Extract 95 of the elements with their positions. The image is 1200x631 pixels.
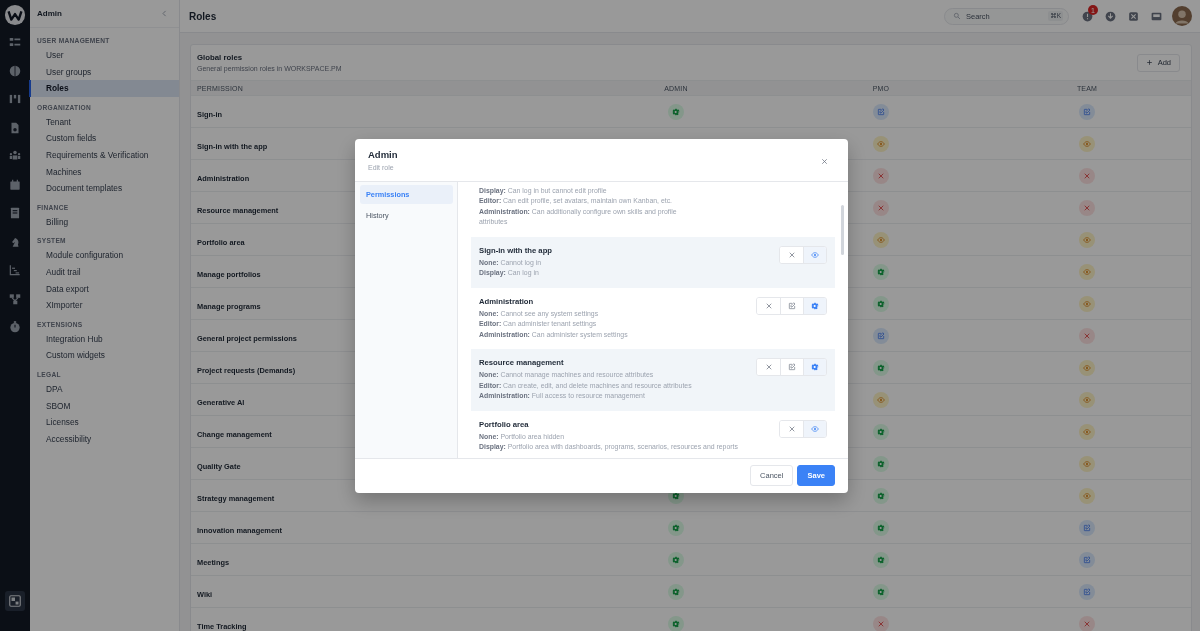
sidebar-item[interactable]: Module configuration (29, 247, 179, 264)
sidebar-item[interactable]: Integration Hub (29, 330, 179, 348)
level-gear-icon (877, 459, 885, 468)
level-gear-icon (672, 619, 680, 628)
level-gear-icon (877, 363, 885, 372)
gear-icon (811, 363, 819, 371)
close-icon (787, 250, 796, 259)
level-eye-icon (1083, 299, 1091, 308)
sidebar-item[interactable]: User groups (29, 63, 179, 81)
close-icon (764, 363, 773, 371)
download-button[interactable] (1103, 9, 1117, 23)
level-eye-icon (1083, 459, 1091, 468)
book-icon (8, 206, 22, 220)
level-eye-icon (1083, 235, 1091, 244)
level-gear-icon (877, 427, 885, 436)
sidebar-item[interactable]: Billing (29, 213, 179, 231)
level-gear-icon (672, 587, 680, 596)
level-gear-icon (877, 523, 885, 532)
logo-icon[interactable] (4, 4, 26, 26)
close-icon (787, 424, 796, 433)
level-close-icon (1083, 619, 1091, 628)
layout-icon (8, 594, 22, 608)
level-gear-icon (877, 555, 885, 564)
sidebar-item[interactable]: Requirements & Verification (29, 146, 179, 164)
level-edit-icon (1083, 555, 1091, 564)
alert-icon (1080, 9, 1094, 23)
level-gear-icon (672, 107, 680, 116)
kanban-icon (8, 92, 22, 106)
sidebar-item[interactable]: XImporter (29, 297, 179, 314)
level-option-button[interactable] (803, 297, 826, 314)
sidebar-item[interactable]: Document templates (29, 180, 179, 197)
level-gear-icon (877, 587, 885, 596)
level-edit-icon (1083, 523, 1091, 532)
level-gear-icon (672, 523, 680, 532)
close-icon[interactable] (820, 156, 829, 166)
level-close-icon (1083, 331, 1091, 340)
level-edit-icon (1083, 107, 1091, 116)
level-edit-icon (877, 107, 885, 116)
sidebar-item[interactable]: Audit trail (29, 263, 179, 281)
level-eye-icon (1083, 363, 1091, 372)
sidebar-item[interactable]: Licenses (29, 414, 179, 431)
sidebar-item[interactable]: Accessibility (29, 430, 179, 448)
level-close-icon (1083, 171, 1091, 180)
gear-icon (811, 301, 819, 310)
page-title: Roles (189, 10, 217, 22)
eye-icon (811, 250, 819, 259)
sidebar-item[interactable]: DPA (29, 380, 179, 398)
level-eye-icon (1083, 427, 1091, 436)
sidebar-item[interactable]: Tenant (29, 113, 179, 131)
download-icon (1103, 9, 1117, 23)
level-eye-icon (1083, 267, 1091, 276)
sidebar-item[interactable]: Custom fields (29, 130, 179, 147)
level-close-icon (877, 619, 885, 628)
sidebar-item[interactable]: User (29, 47, 179, 64)
chart-icon (8, 263, 22, 277)
level-eye-icon (877, 395, 885, 404)
stopwatch-icon (8, 320, 22, 334)
level-gear-icon (877, 491, 885, 500)
level-option-button[interactable] (803, 359, 826, 375)
sidebar-item[interactable]: Custom widgets (29, 347, 179, 364)
close-icon (764, 301, 773, 310)
level-gear-icon (672, 555, 680, 564)
globe-icon (8, 63, 22, 78)
sidebar-item[interactable]: Roles (29, 80, 179, 97)
level-eye-icon (1083, 395, 1091, 404)
level-eye-icon (877, 139, 885, 148)
scrollbar-thumb[interactable] (841, 204, 844, 255)
dialog-title: Admin (368, 148, 398, 160)
hierarchy-icon (8, 291, 22, 306)
calendar-icon (8, 177, 22, 192)
eye-icon (811, 424, 819, 433)
avatar[interactable] (1172, 6, 1192, 26)
search-icon (953, 12, 961, 20)
level-eye-icon (877, 235, 885, 244)
edit-icon (788, 301, 796, 310)
level-edit-icon (1083, 587, 1091, 596)
level-close-icon (877, 171, 885, 180)
level-edit-icon (877, 331, 885, 340)
sidebar-item[interactable]: Data export (29, 280, 179, 298)
sidebar-item[interactable]: SBOM (29, 397, 179, 415)
level-close-icon (1083, 203, 1091, 212)
level-gear-icon (877, 299, 885, 308)
list-icon (8, 35, 22, 49)
level-segmented-control[interactable] (756, 296, 827, 315)
plus-icon (1145, 59, 1153, 66)
layout-button[interactable] (5, 591, 25, 611)
level-eye-icon (1083, 491, 1091, 500)
level-gear-icon (877, 267, 885, 276)
sidebar-title: Admin (37, 9, 62, 18)
edit-icon (788, 363, 796, 371)
level-eye-icon (1083, 139, 1091, 148)
people-icon (8, 149, 22, 163)
sidebar-item[interactable]: Machines (29, 163, 179, 181)
level-segmented-control[interactable] (756, 358, 827, 376)
level-close-icon (877, 203, 885, 212)
